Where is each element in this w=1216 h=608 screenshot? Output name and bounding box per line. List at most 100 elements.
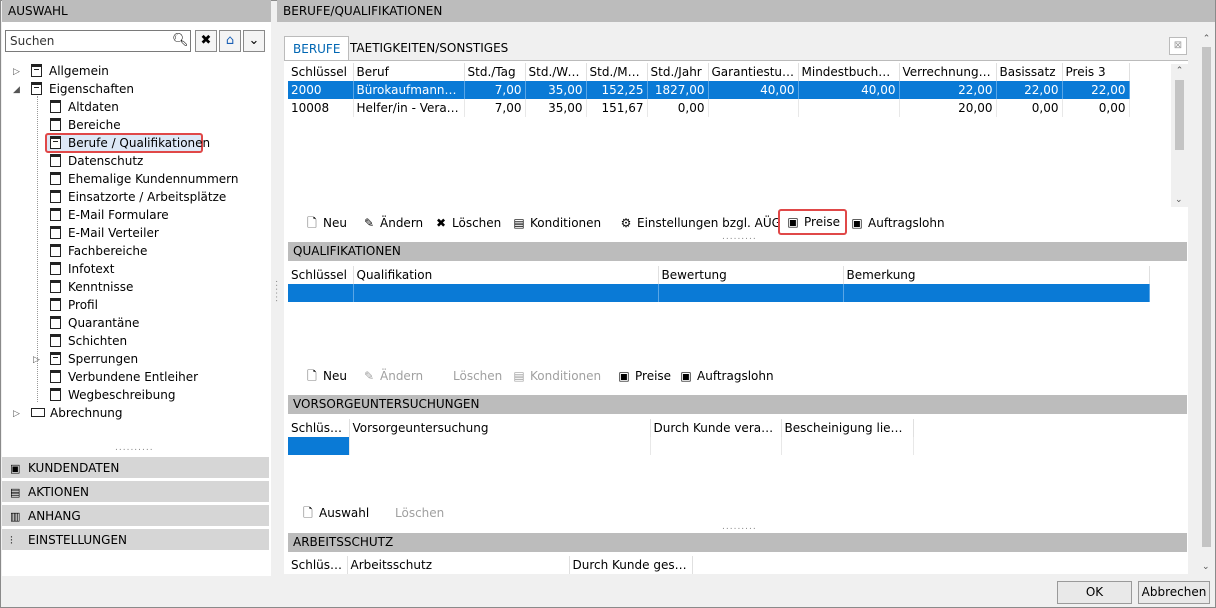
splitter-grip[interactable]: ......... <box>722 232 757 242</box>
col-header[interactable]: Schlüssel <box>288 266 354 284</box>
splitter-grip[interactable]: ......... <box>722 522 757 532</box>
tree-item-einsatzorte[interactable]: Einsatzorte / Arbeitsplätze <box>50 188 226 206</box>
col-header[interactable]: Bewertung <box>658 266 844 284</box>
home-button[interactable]: ⌂ <box>219 30 241 52</box>
abbrechen-button[interactable]: Abbrechen <box>1138 581 1210 604</box>
aendern-button[interactable]: ✎ Ändern <box>362 212 423 234</box>
clear-search-button[interactable]: ✖ <box>195 30 217 52</box>
scroll-down-icon[interactable]: ⌄ <box>1202 562 1210 572</box>
tree-item-altdaten[interactable]: Altdaten <box>50 98 119 116</box>
scroll-up-icon[interactable]: ⌃ <box>1198 34 1215 44</box>
tree-item-verbundene-entleiher[interactable]: Verbundene Entleiher <box>50 368 198 386</box>
col-header[interactable]: Durch Kunde gestellt <box>569 556 693 574</box>
close-panel-icon[interactable]: ⊠ <box>1169 37 1187 55</box>
col-header[interactable]: Std./Woc... <box>525 63 587 81</box>
scroll-thumb[interactable] <box>1175 80 1184 150</box>
qual-aendern-button[interactable]: ✎ Ändern <box>362 365 423 387</box>
search-input[interactable]: Suchen <box>5 30 191 52</box>
col-header[interactable]: Bemerkung <box>843 266 1150 284</box>
einstellungen-aueg-button[interactable]: ⚙ Einstellungen bzgl. AÜG <box>619 212 781 234</box>
col-header[interactable]: Preis 3 <box>1062 63 1130 81</box>
auftragslohn-button[interactable]: ▣ Auftragslohn <box>850 212 944 234</box>
splitter-grip[interactable]: .......... <box>115 443 154 453</box>
chevron-down-double-icon: ⌄ <box>248 33 260 48</box>
detail-scrollbar[interactable]: ⌃ ⌄ <box>1198 22 1215 574</box>
qual-preise-button[interactable]: ▣ Preise <box>617 365 671 387</box>
table-cell: 40,00 <box>708 81 799 99</box>
col-header[interactable]: Garantiestunden <box>708 63 799 81</box>
table-cell: 20,00 <box>899 99 997 117</box>
tree-item-kenntnisse[interactable]: Kenntnisse <box>50 278 133 296</box>
qual-neu-button[interactable]: 🗋 Neu <box>305 365 347 387</box>
table-row[interactable] <box>288 437 914 455</box>
tree-item-infotext[interactable]: Infotext <box>50 260 114 278</box>
tree-item-ehemalige-kundennummern[interactable]: Ehemalige Kundennummern <box>50 170 238 188</box>
collapse-arrow-icon[interactable]: ◢ <box>13 85 20 95</box>
tree-item-quarantaene[interactable]: Quarantäne <box>50 314 139 332</box>
tree-item-abrechnung[interactable]: Abrechnung <box>31 404 123 422</box>
scroll-up-icon[interactable]: ⌃ <box>1171 66 1188 76</box>
collapse-all-button[interactable]: ⌄ <box>243 30 265 52</box>
col-header[interactable]: Std./Jahr <box>647 63 709 81</box>
vorsorge-loeschen-button[interactable]: Löschen <box>395 502 444 524</box>
col-header[interactable]: Durch Kunde veranlasst <box>650 419 782 437</box>
neu-button[interactable]: 🗋 Neu <box>305 212 347 234</box>
tab-taetigkeiten[interactable]: TAETIGKEITEN/SONSTIGES <box>342 36 516 60</box>
col-header[interactable]: Bescheinigung liegt vor <box>781 419 914 437</box>
qual-konditionen-button[interactable]: ▤ Konditionen <box>512 365 601 387</box>
scroll-down-icon[interactable]: ⌄ <box>1175 195 1183 205</box>
tree-item-eigenschaften[interactable]: Eigenschaften <box>31 80 134 98</box>
col-header[interactable]: Beruf <box>353 63 465 81</box>
qual-auftragslohn-button[interactable]: ▣ Auftragslohn <box>679 365 773 387</box>
expand-arrow-icon[interactable]: ▷ <box>13 67 20 77</box>
col-header[interactable]: Verrechnungssatz <box>899 63 997 81</box>
nav-einstellungen[interactable]: ⫶ EINSTELLUNGEN <box>2 528 269 550</box>
preise-button[interactable]: ▣ Preise <box>778 209 848 235</box>
col-header[interactable]: Schlüssel <box>288 556 348 574</box>
nav-kundendaten[interactable]: ▣ KUNDENDATEN <box>2 456 269 478</box>
ok-button[interactable]: OK <box>1057 581 1132 604</box>
expand-arrow-icon[interactable]: ▷ <box>33 355 40 365</box>
settings-document-icon: ⚙ <box>620 216 632 230</box>
col-header[interactable]: Arbeitsschutz <box>347 556 570 574</box>
col-header[interactable]: Mindestbuchung <box>798 63 900 81</box>
auswahl-button[interactable]: 🗋 Auswahl <box>301 502 369 524</box>
tree-item-berufe-qualifikationen[interactable]: Berufe / Qualifikationen <box>50 134 210 152</box>
col-header[interactable]: Std./Mo... <box>586 63 648 81</box>
window-icon <box>50 370 61 383</box>
tree-item-allgemein[interactable]: Allgemein <box>31 62 109 80</box>
nav-anhang[interactable]: ▥ ANHANG <box>2 504 269 526</box>
tree-item-sperrungen[interactable]: Sperrungen <box>50 350 138 368</box>
delete-icon: ✖ <box>435 216 447 230</box>
nav-aktionen[interactable]: ▤ AKTIONEN <box>2 480 269 502</box>
tree-item-wegbeschreibung[interactable]: Wegbeschreibung <box>50 386 175 404</box>
col-header[interactable]: Qualifikation <box>353 266 659 284</box>
table-cell: 22,00 <box>899 81 997 99</box>
window-icon <box>50 226 61 239</box>
tree-item-bereiche[interactable]: Bereiche <box>50 116 121 134</box>
expand-arrow-icon[interactable]: ▷ <box>13 409 20 419</box>
scroll-thumb[interactable] <box>1202 47 1211 547</box>
col-header[interactable]: Schlüssel <box>288 63 354 81</box>
col-header[interactable]: Basissatz <box>996 63 1063 81</box>
tree-item-fachbereiche[interactable]: Fachbereiche <box>50 242 147 260</box>
table-row[interactable]: 2000 Bürokaufmann/-fr... 7,00 35,00 152,… <box>288 81 1130 99</box>
tree-item-profil[interactable]: Profil <box>50 296 98 314</box>
col-header[interactable]: Std./Tag <box>464 63 526 81</box>
window-icon <box>50 154 61 167</box>
berufe-scrollbar[interactable]: ⌃ ⌄ <box>1171 64 1188 207</box>
tree-item-datenschutz[interactable]: Datenschutz <box>50 152 143 170</box>
table-row[interactable] <box>288 284 1150 302</box>
loeschen-button[interactable]: ✖ Löschen <box>434 212 501 234</box>
tab-berufe[interactable]: BERUFE <box>284 36 350 60</box>
konditionen-button[interactable]: ▤ Konditionen <box>512 212 601 234</box>
qual-loeschen-button[interactable]: Löschen <box>453 365 502 387</box>
col-header[interactable]: Vorsorgeuntersuchung <box>349 419 651 437</box>
table-row[interactable]: 10008 Helfer/in - Veranst... 7,00 35,00 … <box>288 99 1130 117</box>
tree-item-email-formulare[interactable]: E-Mail Formulare <box>50 206 169 224</box>
search-icon[interactable]: 🔍︎ <box>172 33 189 48</box>
tree-item-email-verteiler[interactable]: E-Mail Verteiler <box>50 224 159 242</box>
tree-item-schichten[interactable]: Schichten <box>50 332 127 350</box>
col-header[interactable]: Schlüssel <box>288 419 350 437</box>
money-icon <box>31 408 45 417</box>
